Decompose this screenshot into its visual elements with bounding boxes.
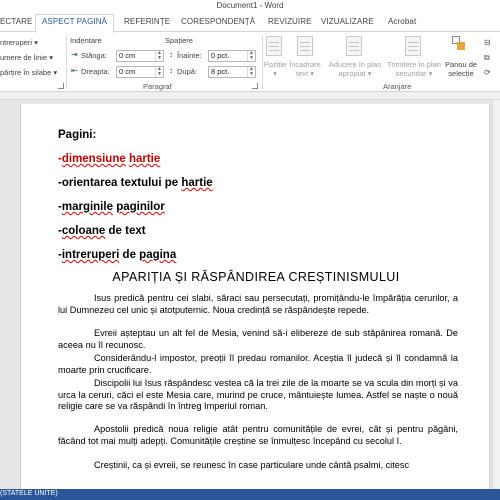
body-paragraph: Apostolii predică noua religie atât pent… [58, 424, 458, 446]
title-bar: Document1 - Word [0, 0, 500, 12]
language-status[interactable]: (STATELE UNITE) [0, 490, 58, 497]
document-heading: APARIȚIA ȘI RĂSPÂNDIREA CREȘTINISMULUI [112, 270, 400, 284]
bring-forward-label-2: apropiat ▾ [338, 69, 372, 78]
indent-header: Indentare [70, 36, 102, 45]
list-item-text: dimensiune [61, 153, 126, 165]
body-paragraph: Isus predică pentru cei slabi, săraci sa… [58, 293, 458, 315]
align-icon[interactable]: ⊟ [484, 38, 491, 47]
list-item: -orientarea textului pe hartie [58, 177, 213, 189]
selection-pane-label-1: Panou de [444, 60, 478, 69]
wrap-text-label-2-text: text [296, 69, 309, 78]
tab-aspect-pagina[interactable]: ASPECT PAGINĂ [35, 14, 115, 33]
page-setup-launcher-icon[interactable] [58, 83, 64, 89]
indent-right-input[interactable]: 0 cm ▲ ▼ [116, 66, 164, 78]
indent-left-icon: ⇥ [71, 50, 78, 59]
spacing-before-input[interactable]: 0 pct. ▲ ▼ [208, 50, 256, 62]
hyphenation-button[interactable]: părțire în silabe ▾ [0, 68, 57, 77]
status-bar: (STATELE UNITE) [0, 489, 500, 500]
indent-left-input[interactable]: 0 cm ▲ ▼ [116, 50, 164, 62]
language-status-text: (STATELE UNITE) [0, 490, 58, 497]
selection-pane-icon [452, 36, 466, 54]
indent-left-value: 0 cm [119, 51, 136, 60]
spacing-before-label: Înainte: [177, 51, 202, 60]
tab-referinte[interactable]: REFERINȚE [124, 15, 170, 32]
spacing-after-label: După: [177, 67, 198, 76]
list-title: Pagini: [58, 129, 97, 141]
spinner-arrows-icon[interactable]: ▲ ▼ [155, 67, 163, 77]
vertical-scrollbar[interactable] [492, 100, 500, 489]
breaks-button[interactable]: ntreruperi ▾ [0, 38, 38, 47]
position-icon [266, 36, 282, 56]
document-area: Pagini: -dimensiune hartie -orientarea t… [0, 92, 500, 489]
list-item-text: hartie [128, 153, 161, 165]
bring-forward-label-1: Aducere în plan [328, 60, 382, 69]
line-numbers-button[interactable]: umere de linie ▾ [0, 53, 53, 62]
indent-right-label: Dreapta: [81, 67, 110, 76]
bring-forward-icon [346, 36, 362, 56]
body-paragraph: Discipolii lui Isus răspândesc vestea că… [58, 378, 458, 412]
rotate-icon[interactable]: ⟳ [484, 68, 491, 77]
indent-left-label: Stânga: [81, 51, 107, 60]
tab-corespondenta[interactable]: CORESPONDENȚĂ [181, 15, 255, 32]
tab-proiectare[interactable]: ECTARE [0, 15, 32, 32]
line-numbers-label: umere de linie [0, 53, 48, 62]
spacing-header: Spațiere [165, 36, 193, 45]
hyphenation-label: părțire în silabe [0, 68, 52, 77]
send-backward-label-2-text: secundar [395, 69, 427, 78]
tab-revizuire[interactable]: REVIZUIRE [268, 15, 312, 32]
indent-right-value: 0 cm [119, 67, 136, 76]
list-item: -coloane de text [58, 225, 146, 237]
list-item-text: intreruperi [61, 249, 120, 261]
spinner-arrows-icon[interactable]: ▲ ▼ [155, 51, 163, 61]
horizontal-ruler[interactable] [0, 92, 500, 100]
body-paragraph: Creștinii, ca și evreii, se reunesc în c… [94, 460, 410, 470]
group-icon[interactable]: ⧉ [484, 53, 490, 63]
spacing-after-value: 8 pct. [211, 67, 230, 76]
spacing-before-value: 0 pct. [211, 51, 230, 60]
paragraph-launcher-icon[interactable] [252, 83, 258, 89]
wrap-text-icon [297, 36, 313, 56]
list-item-text: marginile [61, 201, 113, 213]
selection-pane-label-2: selecție [448, 69, 474, 78]
indent-right-icon: ⇤ [71, 66, 78, 75]
tab-acrobat[interactable]: Acrobat [388, 15, 416, 32]
window-title: Document1 - Word [216, 1, 284, 10]
ribbon: ntreruperi ▾ umere de linie ▾ părțire în… [0, 31, 500, 92]
body-paragraph: Considerându-l impostor, preoții îl pred… [58, 353, 458, 375]
spinner-arrows-icon[interactable]: ▲ ▼ [247, 67, 255, 77]
breaks-label: ntreruperi [0, 38, 33, 47]
body-paragraph: Evreii așteptau un alt fel de Mesia, ven… [58, 328, 458, 350]
spacing-after-input[interactable]: 8 pct. ▲ ▼ [208, 66, 256, 78]
list-item-text: hartie [181, 177, 213, 189]
send-backward-label-2: secundar ▾ [395, 69, 433, 78]
list-item: -marginile paginilor [58, 201, 165, 213]
wrap-text-label-1: Încadrare [289, 60, 321, 69]
paragraph-group-label: Paragraf [143, 82, 172, 91]
send-backward-label-1: Trimitere în plan [387, 60, 441, 69]
bring-forward-label-2-text: apropiat [338, 69, 366, 78]
arrange-group-label: Aranjare [383, 82, 412, 91]
list-item: -dimensiune hartie [58, 153, 161, 165]
tab-vizualizare[interactable]: VIZUALIZARE [321, 15, 374, 32]
spinner-arrows-icon[interactable]: ▲ ▼ [247, 51, 255, 61]
list-item: -intreruperi de pagina [58, 249, 177, 261]
spacing-after-icon: ↕ [169, 66, 173, 75]
group-separator [66, 35, 67, 89]
ribbon-tabs: ECTARE ASPECT PAGINĂ REFERINȚE CORESPOND… [0, 12, 500, 33]
wrap-text-label-2: text ▾ [296, 69, 314, 78]
send-backward-icon [405, 36, 421, 56]
list-item-text: coloane [61, 225, 106, 237]
list-item-text: pagina [139, 249, 177, 261]
spacing-before-icon: ↕ [169, 50, 173, 59]
list-item-text: paginilor [116, 201, 165, 213]
document-page[interactable]: Pagini: -dimensiune hartie -orientarea t… [20, 104, 490, 489]
